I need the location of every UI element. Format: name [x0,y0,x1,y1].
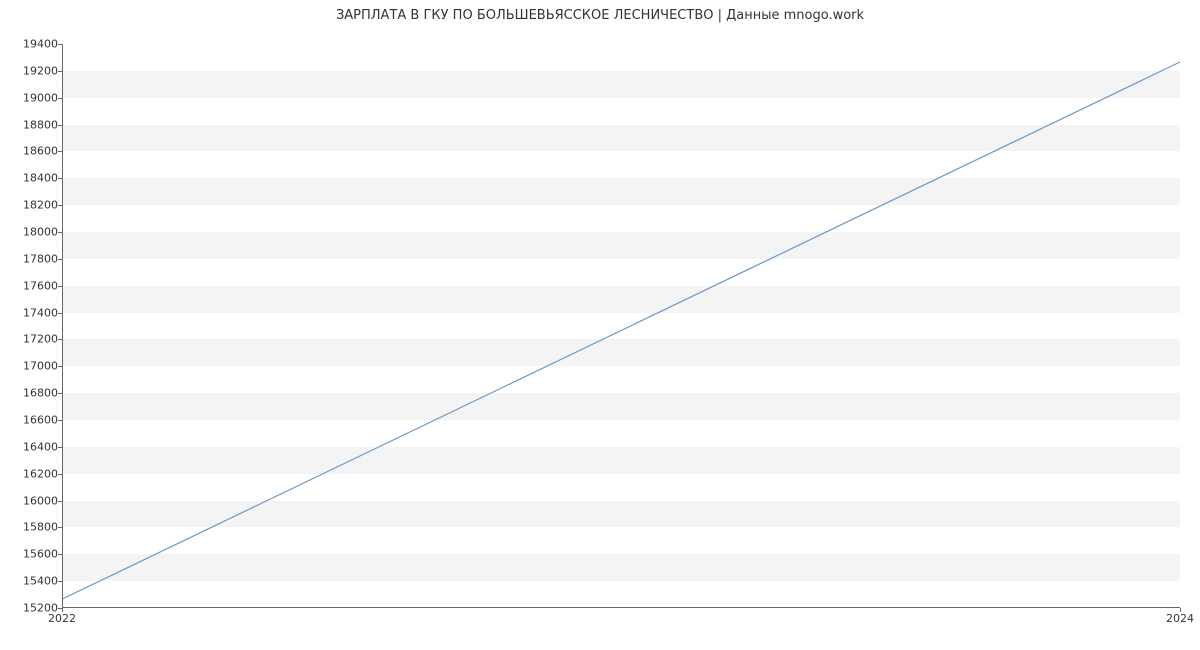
y-tick-mark [58,205,62,206]
x-tick-mark [1180,608,1181,612]
y-tick-mark [58,125,62,126]
y-tick-label: 16200 [8,467,58,480]
y-tick-label: 17800 [8,252,58,265]
chart-title: ЗАРПЛАТА В ГКУ ПО БОЛЬШЕВЬЯССКОЕ ЛЕСНИЧЕ… [0,8,1200,23]
y-tick-label: 16000 [8,494,58,507]
y-tick-label: 18600 [8,145,58,158]
y-tick-mark [58,178,62,179]
y-tick-mark [58,447,62,448]
y-tick-mark [58,98,62,99]
y-tick-label: 18200 [8,199,58,212]
y-tick-label: 19200 [8,64,58,77]
data-series-line [62,62,1180,599]
plot-area [62,44,1180,608]
x-tick-label: 2022 [48,612,76,625]
line-layer [62,44,1180,608]
y-tick-mark [58,474,62,475]
y-tick-label: 16800 [8,387,58,400]
y-tick-mark [58,232,62,233]
y-tick-label: 16400 [8,440,58,453]
y-tick-mark [58,393,62,394]
y-tick-label: 17200 [8,333,58,346]
y-tick-mark [58,44,62,45]
y-tick-label: 15600 [8,548,58,561]
y-tick-label: 18000 [8,226,58,239]
y-axis-line [62,44,63,608]
y-tick-mark [58,259,62,260]
y-tick-mark [58,151,62,152]
x-tick-label: 2024 [1166,612,1194,625]
y-tick-label: 17000 [8,360,58,373]
y-tick-mark [58,286,62,287]
chart-container: ЗАРПЛАТА В ГКУ ПО БОЛЬШЕВЬЯССКОЕ ЛЕСНИЧЕ… [0,0,1200,650]
y-tick-label: 17600 [8,279,58,292]
y-tick-mark [58,366,62,367]
y-tick-label: 16600 [8,414,58,427]
y-tick-mark [58,313,62,314]
y-tick-label: 19000 [8,91,58,104]
y-tick-label: 15800 [8,521,58,534]
x-axis-line [62,607,1180,608]
y-tick-label: 18400 [8,172,58,185]
y-tick-mark [58,501,62,502]
x-tick-mark [62,608,63,612]
y-tick-mark [58,581,62,582]
y-tick-label: 15400 [8,575,58,588]
y-tick-mark [58,71,62,72]
y-tick-label: 17400 [8,306,58,319]
y-tick-mark [58,554,62,555]
y-tick-mark [58,339,62,340]
y-tick-mark [58,527,62,528]
y-tick-label: 18800 [8,118,58,131]
y-tick-mark [58,420,62,421]
y-tick-label: 19400 [8,38,58,51]
